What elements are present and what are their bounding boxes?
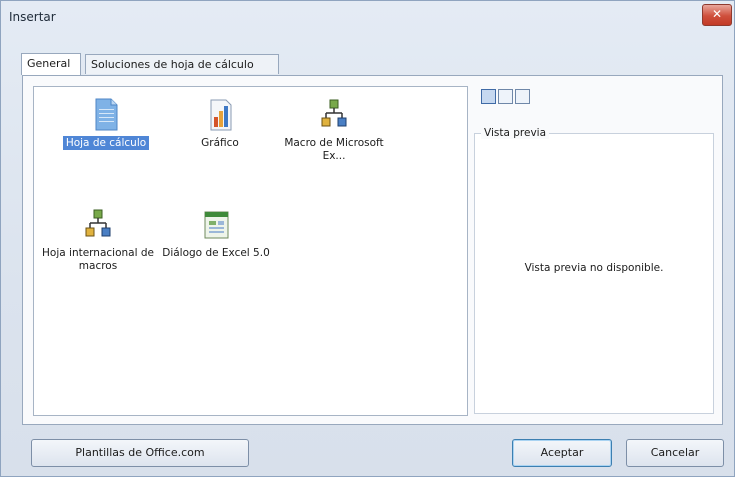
preview-box: Vista previa Vista previa no disponible. [474,127,714,414]
macro-icon [83,207,113,246]
cancel-button[interactable]: Cancelar [626,439,724,467]
macro-icon [319,97,349,136]
tab-general[interactable]: General [21,53,81,75]
list-view-icon[interactable] [498,89,513,104]
tab-soluciones[interactable]: Soluciones de hoja de cálculo [85,54,279,74]
item-label: Macro de Microsoft Ex... [284,137,384,162]
ok-button[interactable]: Aceptar [512,439,612,467]
worksheet-icon [91,97,121,136]
item-label: Hoja internacional de macros [42,247,154,272]
preview-label: Vista previa [481,127,550,139]
office-templates-button[interactable]: Plantillas de Office.com [31,439,249,467]
details-view-icon[interactable] [515,89,530,104]
item-label: Hoja de cálculo [62,136,150,150]
close-button[interactable]: ✕ [702,4,732,26]
item-label: Gráfico [201,137,239,149]
preview-message: Vista previa no disponible. [524,262,664,274]
chart-icon [205,97,235,136]
preview-pane: Vista previa Vista previa no disponible. [474,86,714,414]
tab-panel: Hoja de cálculo Gráfico Macro de Microso… [22,75,723,425]
dialog-icon [201,207,231,246]
item-label: Diálogo de Excel 5.0 [162,247,270,259]
template-list[interactable]: Hoja de cálculo Gráfico Macro de Microso… [33,86,468,416]
window-title: Insertar [9,10,56,24]
insert-dialog: Insertar ✕ General Soluciones de hoja de… [0,0,735,477]
large-icons-view-icon[interactable] [481,89,496,104]
title-bar: Insertar ✕ [1,1,734,35]
